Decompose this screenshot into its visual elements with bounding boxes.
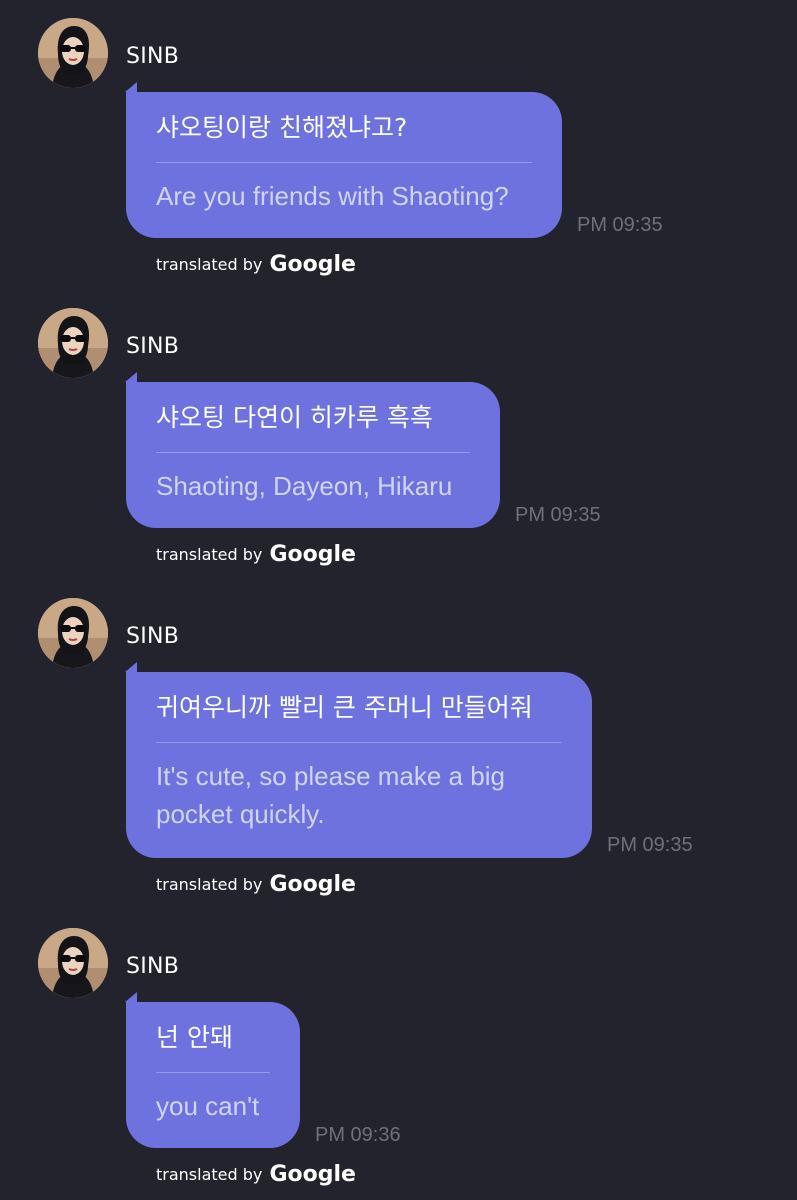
translated-text: Shaoting, Dayeon, Hikaru [156, 471, 453, 501]
translated-text: It's cute, so please make a big pocket q… [156, 761, 505, 829]
message-timestamp: PM 09:36 [315, 1124, 401, 1146]
google-logo: Google [269, 542, 356, 567]
google-logo: Google [269, 252, 356, 277]
translation-divider [156, 162, 532, 163]
translation-divider [156, 1072, 270, 1073]
translation-credit: translated by Google [156, 252, 356, 277]
message-item: SINB 샤오팅이랑 친해졌냐고? Are you friends with S… [0, 18, 797, 288]
translated-text: Are you friends with Shaoting? [156, 181, 509, 211]
avatar-image [38, 928, 108, 998]
avatar[interactable] [38, 18, 108, 88]
credit-prefix: translated by [156, 1165, 263, 1184]
message-bubble[interactable]: 샤오팅 다연이 히카루 흑흑 Shaoting, Dayeon, Hikaru [125, 372, 500, 528]
message-bubble[interactable]: 샤오팅이랑 친해졌냐고? Are you friends with Shaoti… [125, 82, 562, 238]
translation-credit: translated by Google [156, 542, 356, 567]
message-item: SINB 귀여우니까 빨리 큰 주머니 만들어줘 It's cute, so p… [0, 598, 797, 908]
avatar[interactable] [38, 598, 108, 668]
avatar-image [38, 598, 108, 668]
message-item: SINB 샤오팅 다연이 히카루 흑흑 Shaoting, Dayeon, Hi… [0, 308, 797, 578]
original-text: 귀여우니까 빨리 큰 주머니 만들어줘 [156, 693, 533, 722]
sender-name: SINB [126, 44, 180, 69]
translation-divider [156, 452, 470, 453]
original-text: 샤오팅이랑 친해졌냐고? [156, 113, 408, 142]
credit-prefix: translated by [156, 545, 263, 564]
translation-divider [156, 742, 562, 743]
original-text: 넌 안돼 [156, 1023, 233, 1052]
translation-credit: translated by Google [156, 1162, 356, 1187]
translation-credit: translated by Google [156, 872, 356, 897]
message-bubble[interactable]: 넌 안돼 you can't [125, 992, 300, 1148]
translated-text: you can't [156, 1091, 260, 1121]
google-logo: Google [269, 1162, 356, 1187]
sender-name: SINB [126, 334, 180, 359]
avatar-image [38, 18, 108, 88]
avatar[interactable] [38, 928, 108, 998]
google-logo: Google [269, 872, 356, 897]
message-timestamp: PM 09:35 [577, 214, 663, 236]
message-timestamp: PM 09:35 [515, 504, 601, 526]
message-item: SINB 넌 안돼 you can't PM 09:36 translated … [0, 928, 797, 1198]
message-bubble[interactable]: 귀여우니까 빨리 큰 주머니 만들어줘 It's cute, so please… [125, 662, 592, 858]
credit-prefix: translated by [156, 255, 263, 274]
avatar-image [38, 308, 108, 378]
original-text: 샤오팅 다연이 히카루 흑흑 [156, 403, 433, 432]
sender-name: SINB [126, 954, 180, 979]
message-timestamp: PM 09:35 [607, 834, 693, 856]
sender-name: SINB [126, 624, 180, 649]
avatar[interactable] [38, 308, 108, 378]
credit-prefix: translated by [156, 875, 263, 894]
